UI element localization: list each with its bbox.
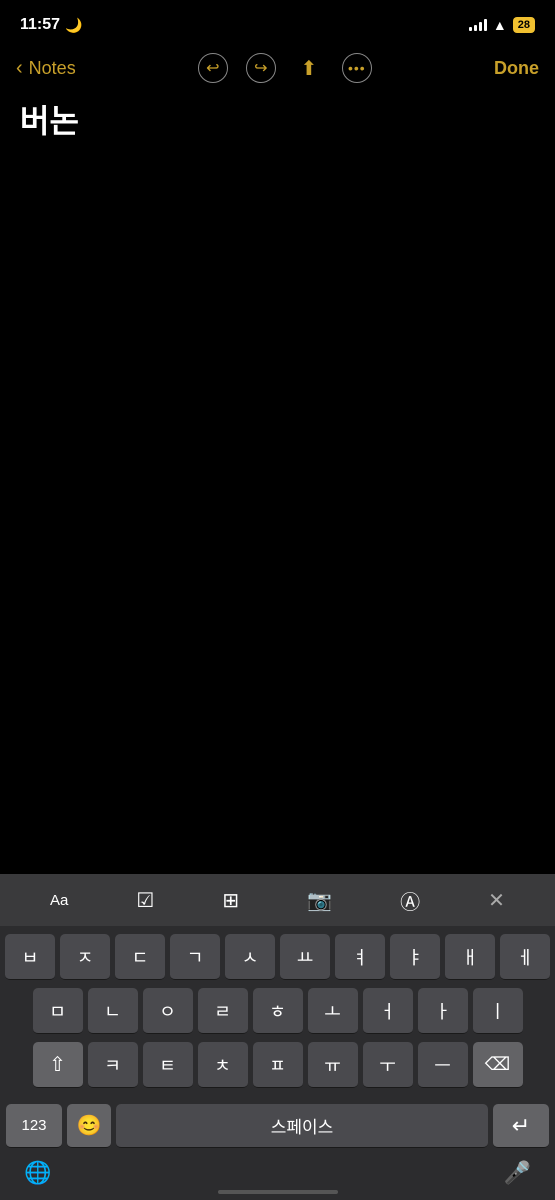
checklist-button[interactable]: ☑	[136, 888, 154, 913]
key-eu[interactable]: ㅡ	[418, 1042, 468, 1088]
chevron-left-icon: ‹	[16, 57, 23, 80]
share-button[interactable]: ⬆	[294, 53, 324, 83]
key-chieut[interactable]: ㅊ	[198, 1042, 248, 1088]
undo-icon: ↩	[206, 58, 219, 78]
keyboard-toolbar: Aa ☑ ⊞ 📷 Ⓐ ✕	[0, 874, 555, 926]
more-icon: •••	[348, 60, 366, 76]
key-yo[interactable]: ㅛ	[280, 934, 330, 980]
key-eo[interactable]: ㅓ	[363, 988, 413, 1034]
status-time: 11:57 🌙	[20, 16, 82, 34]
return-icon: ↵	[512, 1113, 530, 1139]
key-ae[interactable]: ㅐ	[445, 934, 495, 980]
note-title: 버논	[20, 102, 535, 140]
key-rieul[interactable]: ㄹ	[198, 988, 248, 1034]
key-i[interactable]: ㅣ	[473, 988, 523, 1034]
key-bieup[interactable]: ㅂ	[5, 934, 55, 980]
key-o[interactable]: ㅗ	[308, 988, 358, 1034]
redo-icon: ↪	[254, 58, 267, 78]
key-u[interactable]: ㅜ	[363, 1042, 413, 1088]
redo-button[interactable]: ↪	[246, 53, 276, 83]
key-mieum[interactable]: ㅁ	[33, 988, 83, 1034]
home-indicator	[218, 1190, 338, 1194]
status-right: ▲ 28	[469, 17, 535, 33]
numbers-key[interactable]: 123	[6, 1104, 62, 1148]
pen-button[interactable]: Ⓐ	[400, 886, 420, 915]
key-ieung[interactable]: ㅇ	[143, 988, 193, 1034]
key-row-3: ⇧ ㅋ ㅌ ㅊ ㅍ ㅠ ㅜ ㅡ ⌫	[4, 1042, 551, 1088]
toolbar-icons: ↩ ↪ ⬆ •••	[198, 53, 372, 83]
key-ya[interactable]: ㅑ	[390, 934, 440, 980]
space-key[interactable]: 스페이스	[116, 1104, 488, 1148]
shift-key[interactable]: ⇧	[33, 1042, 83, 1088]
key-row-1: ㅂ ㅈ ㄷ ㄱ ㅅ ㅛ ㅕ ㅑ ㅐ ㅔ	[4, 934, 551, 980]
return-key[interactable]: ↵	[493, 1104, 549, 1148]
globe-key[interactable]: 🌐	[24, 1160, 51, 1186]
microphone-key[interactable]: 🎤	[504, 1160, 531, 1186]
format-text-button[interactable]: Aa	[50, 892, 68, 909]
back-button[interactable]: ‹ Notes	[16, 57, 76, 80]
close-keyboard-button[interactable]: ✕	[488, 888, 505, 913]
keyboard-area: Aa ☑ ⊞ 📷 Ⓐ ✕ ㅂ ㅈ ㄷ ㄱ ㅅ ㅛ ㅕ ㅑ ㅐ ㅔ ㅁ ㄴ ㅇ ㄹ…	[0, 874, 555, 1200]
emoji-key[interactable]: 😊	[67, 1104, 111, 1148]
note-content-area[interactable]: 버논	[0, 92, 555, 150]
key-hieut[interactable]: ㅎ	[253, 988, 303, 1034]
key-digeut[interactable]: ㄷ	[115, 934, 165, 980]
moon-icon: 🌙	[65, 17, 82, 34]
wifi-icon: ▲	[493, 17, 507, 33]
key-rows: ㅂ ㅈ ㄷ ㄱ ㅅ ㅛ ㅕ ㅑ ㅐ ㅔ ㅁ ㄴ ㅇ ㄹ ㅎ ㅗ ㅓ ㅏ ㅣ ⇧ …	[0, 926, 555, 1100]
key-jieut[interactable]: ㅈ	[60, 934, 110, 980]
undo-button[interactable]: ↩	[198, 53, 228, 83]
key-yeo[interactable]: ㅕ	[335, 934, 385, 980]
done-button[interactable]: Done	[494, 58, 539, 79]
camera-button[interactable]: 📷	[307, 888, 332, 913]
key-siot[interactable]: ㅅ	[225, 934, 275, 980]
more-button[interactable]: •••	[342, 53, 372, 83]
key-giyeok[interactable]: ㄱ	[170, 934, 220, 980]
share-icon: ⬆	[300, 56, 317, 81]
delete-key[interactable]: ⌫	[473, 1042, 523, 1088]
back-label: Notes	[29, 58, 76, 79]
key-a[interactable]: ㅏ	[418, 988, 468, 1034]
battery-indicator: 28	[513, 17, 535, 33]
key-row-2: ㅁ ㄴ ㅇ ㄹ ㅎ ㅗ ㅓ ㅏ ㅣ	[4, 988, 551, 1034]
key-pieup[interactable]: ㅍ	[253, 1042, 303, 1088]
key-nieun[interactable]: ㄴ	[88, 988, 138, 1034]
note-toolbar: ‹ Notes ↩ ↪ ⬆ ••• Done	[0, 44, 555, 92]
time-display: 11:57	[20, 16, 60, 34]
signal-icon	[469, 19, 487, 31]
status-bar: 11:57 🌙 ▲ 28	[0, 0, 555, 44]
key-kiyeok-double[interactable]: ㅋ	[88, 1042, 138, 1088]
keyboard-bottom-row: 123 😊 스페이스 ↵	[0, 1100, 555, 1152]
key-yu[interactable]: ㅠ	[308, 1042, 358, 1088]
table-button[interactable]: ⊞	[222, 888, 239, 913]
key-e[interactable]: ㅔ	[500, 934, 550, 980]
key-tieut[interactable]: ㅌ	[143, 1042, 193, 1088]
